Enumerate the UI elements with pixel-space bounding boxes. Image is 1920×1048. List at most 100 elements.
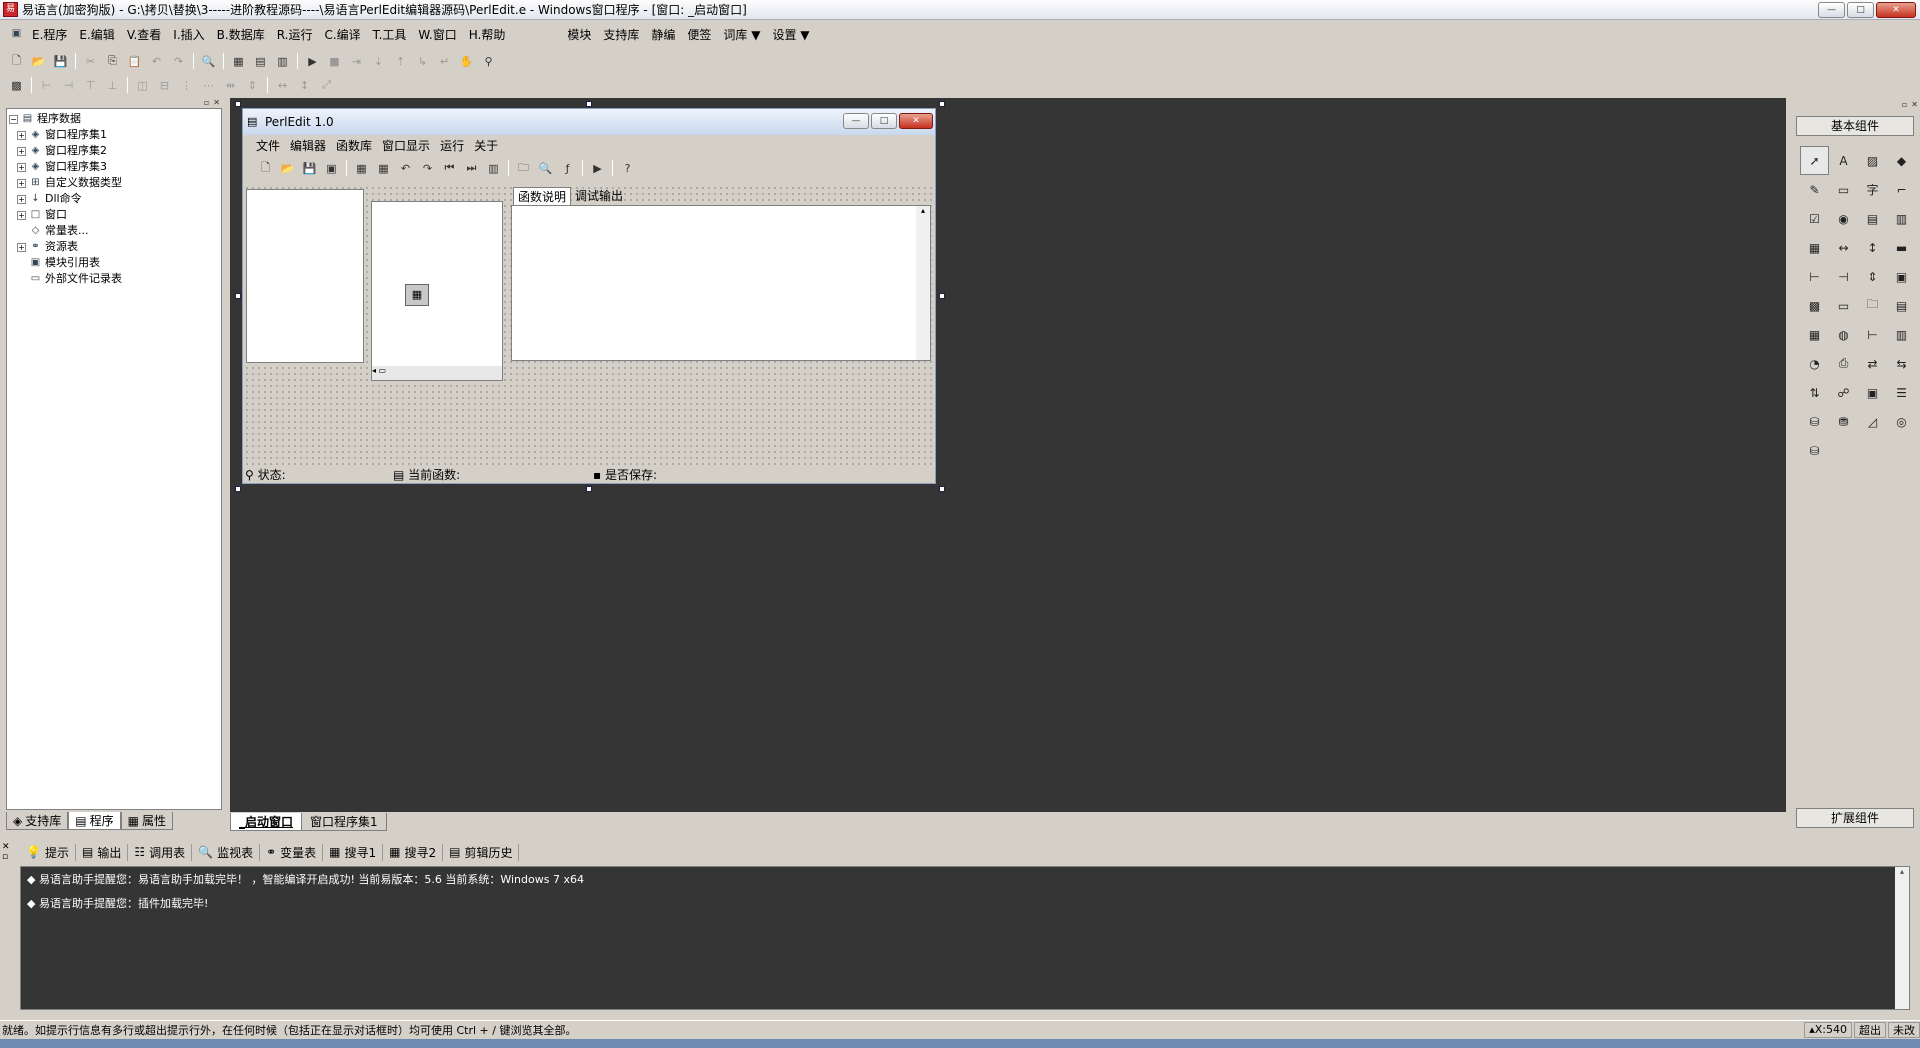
- tab-window-module[interactable]: 窗口程序集1: [301, 813, 387, 831]
- pe-search-icon[interactable]: 🔍: [535, 159, 556, 178]
- list-box[interactable]: [246, 189, 364, 363]
- server-tool-icon[interactable]: ⇆: [1887, 349, 1916, 378]
- listbox-tool-icon[interactable]: ▥: [1887, 204, 1916, 233]
- pe-menu-file[interactable]: 文件: [251, 137, 285, 155]
- menu-program[interactable]: E.程序: [26, 26, 73, 43]
- form-minimize-button[interactable]: —: [843, 113, 869, 129]
- output-pin-icon[interactable]: ▫: [2, 852, 16, 862]
- tab-search1[interactable]: ▦ 搜寻1: [323, 843, 384, 861]
- minimize-button[interactable]: —: [1818, 2, 1845, 18]
- pe-redo-icon[interactable]: ↷: [417, 159, 438, 178]
- tab-search2[interactable]: ▦ 搜寻2: [383, 843, 444, 861]
- pe-last-icon[interactable]: ⏭: [461, 159, 482, 178]
- space-h-icon[interactable]: ⇹: [220, 76, 241, 95]
- paste-icon[interactable]: 📋: [124, 52, 145, 71]
- client-tool-icon[interactable]: ⇄: [1858, 349, 1887, 378]
- breakpoint-icon[interactable]: ↵: [434, 52, 455, 71]
- same-height-icon[interactable]: ↕: [294, 76, 315, 95]
- tree-item[interactable]: + ◈ 窗口程序集1: [9, 127, 219, 143]
- distribute-h-icon[interactable]: ⋮: [176, 76, 197, 95]
- pe-folder-icon[interactable]: 🗀: [513, 159, 534, 178]
- pe-new-icon[interactable]: 🗋: [255, 159, 276, 178]
- step-into-icon[interactable]: ⇣: [368, 52, 389, 71]
- progress-tool-icon[interactable]: ▬: [1887, 233, 1916, 262]
- expand-icon[interactable]: +: [17, 210, 26, 220]
- spin-tool-icon[interactable]: ⇕: [1858, 262, 1887, 291]
- shape-tool-icon[interactable]: ◆: [1887, 146, 1916, 175]
- tree-item[interactable]: + ◈ 窗口程序集2: [9, 143, 219, 159]
- folder-tool-icon[interactable]: 🗀: [1858, 291, 1887, 320]
- tab-function-desc[interactable]: 函数说明: [513, 187, 572, 205]
- grid-icon[interactable]: ▩: [6, 76, 27, 95]
- tree-item[interactable]: + ⚭ 资源表: [9, 239, 219, 255]
- layout2-icon[interactable]: ▤: [250, 52, 271, 71]
- expand-icon[interactable]: +: [17, 194, 26, 204]
- globe-tool-icon[interactable]: ◍: [1829, 320, 1858, 349]
- tab-startup-window[interactable]: _启动窗口: [230, 813, 303, 831]
- output-box[interactable]: ◆ 易语言助手提醒您：易语言助手加载完毕！ ，智能编译开启成功! 当前易版本：5…: [20, 866, 1910, 1010]
- center-h-icon[interactable]: ◫: [132, 76, 153, 95]
- scroll-v-tool-icon[interactable]: ↕: [1858, 233, 1887, 262]
- group-tool-icon[interactable]: ▤: [1858, 204, 1887, 233]
- pe-open-icon[interactable]: 📂: [277, 159, 298, 178]
- menu-static-compile[interactable]: 静编: [645, 26, 681, 43]
- tab-output[interactable]: ▤ 输出: [76, 843, 129, 861]
- v-scrollbar[interactable]: ▴: [916, 206, 930, 360]
- tab-hint[interactable]: 💡 提示: [20, 843, 76, 861]
- pe-save-icon[interactable]: 💾: [299, 159, 320, 178]
- text-tool-icon[interactable]: 字: [1858, 175, 1887, 204]
- align-left-icon[interactable]: ⊢: [36, 76, 57, 95]
- tab-program[interactable]: ▤ 程序: [68, 812, 121, 830]
- form-maximize-button[interactable]: □: [871, 113, 897, 129]
- printer-tool-icon[interactable]: ⎙: [1829, 349, 1858, 378]
- menu-compile[interactable]: C.编译: [318, 26, 366, 43]
- menu-tools[interactable]: T.工具: [367, 26, 413, 43]
- tree-item[interactable]: + ↓ Dll命令: [9, 191, 219, 207]
- timer-icon[interactable]: ▦: [405, 284, 429, 306]
- same-size-icon[interactable]: ⤢: [316, 76, 337, 95]
- checkbox-tool-icon[interactable]: ☑: [1800, 204, 1829, 233]
- menu-run[interactable]: R.运行: [271, 26, 319, 43]
- list-tool-icon[interactable]: ☰: [1887, 378, 1916, 407]
- frame-tool-icon[interactable]: ▭: [1829, 175, 1858, 204]
- tree-item[interactable]: + ⊞ 自定义数据类型: [9, 175, 219, 191]
- expand-icon[interactable]: +: [17, 146, 26, 156]
- expand-icon[interactable]: +: [17, 162, 26, 172]
- output-v-scrollbar[interactable]: ▴: [1895, 867, 1909, 1009]
- menu-insert[interactable]: I.插入: [167, 26, 210, 43]
- save-icon[interactable]: 💾: [50, 52, 71, 71]
- tab-properties[interactable]: ▦ 属性: [120, 812, 173, 830]
- menu-settings[interactable]: 设置 ▼: [766, 26, 815, 43]
- function-desc-box[interactable]: ▴: [511, 205, 931, 361]
- pe-function-icon[interactable]: ƒ: [557, 159, 578, 178]
- run-to-icon[interactable]: ↳: [412, 52, 433, 71]
- hand-icon[interactable]: ✋: [456, 52, 477, 71]
- stop-icon[interactable]: ■: [324, 52, 345, 71]
- panel-box[interactable]: ▦ ◂ ▭: [371, 201, 503, 381]
- table-tool-icon[interactable]: ▦: [1800, 320, 1829, 349]
- menu-notes[interactable]: 便签: [681, 26, 717, 43]
- menu-edit[interactable]: E.编辑: [73, 26, 120, 43]
- combo-tool-icon[interactable]: ▦: [1800, 233, 1829, 262]
- chart-tool-icon[interactable]: ◿: [1858, 407, 1887, 436]
- redo-icon[interactable]: ↷: [168, 52, 189, 71]
- window-tool-icon[interactable]: ▣: [1858, 378, 1887, 407]
- tab-call-table[interactable]: ☷ 调用表: [128, 843, 193, 861]
- split-tool-icon[interactable]: ⊢: [1858, 320, 1887, 349]
- center-v-icon[interactable]: ⊟: [154, 76, 175, 95]
- tree-item[interactable]: ▭ 外部文件记录表: [9, 271, 219, 287]
- output-close-icon[interactable]: ✕: [2, 842, 16, 852]
- tab-tool-icon[interactable]: ⊣: [1829, 262, 1858, 291]
- pe-run-icon[interactable]: ▶: [587, 159, 608, 178]
- toolbar-tool-icon[interactable]: ▥: [1887, 320, 1916, 349]
- slider-tool-icon[interactable]: ⊢: [1800, 262, 1829, 291]
- menu-window[interactable]: W.窗口: [412, 26, 462, 43]
- collapse-icon[interactable]: −: [9, 114, 18, 124]
- extended-components-header[interactable]: 扩展组件: [1796, 808, 1914, 828]
- pe-view2-icon[interactable]: ▦: [373, 159, 394, 178]
- pe-menu-editor[interactable]: 编辑器: [285, 137, 331, 155]
- tab-variables[interactable]: ⚭ 变量表: [260, 843, 324, 861]
- same-width-icon[interactable]: ↔: [272, 76, 293, 95]
- menu-help[interactable]: H.帮助: [463, 26, 512, 43]
- pe-help-icon[interactable]: ?: [617, 159, 638, 178]
